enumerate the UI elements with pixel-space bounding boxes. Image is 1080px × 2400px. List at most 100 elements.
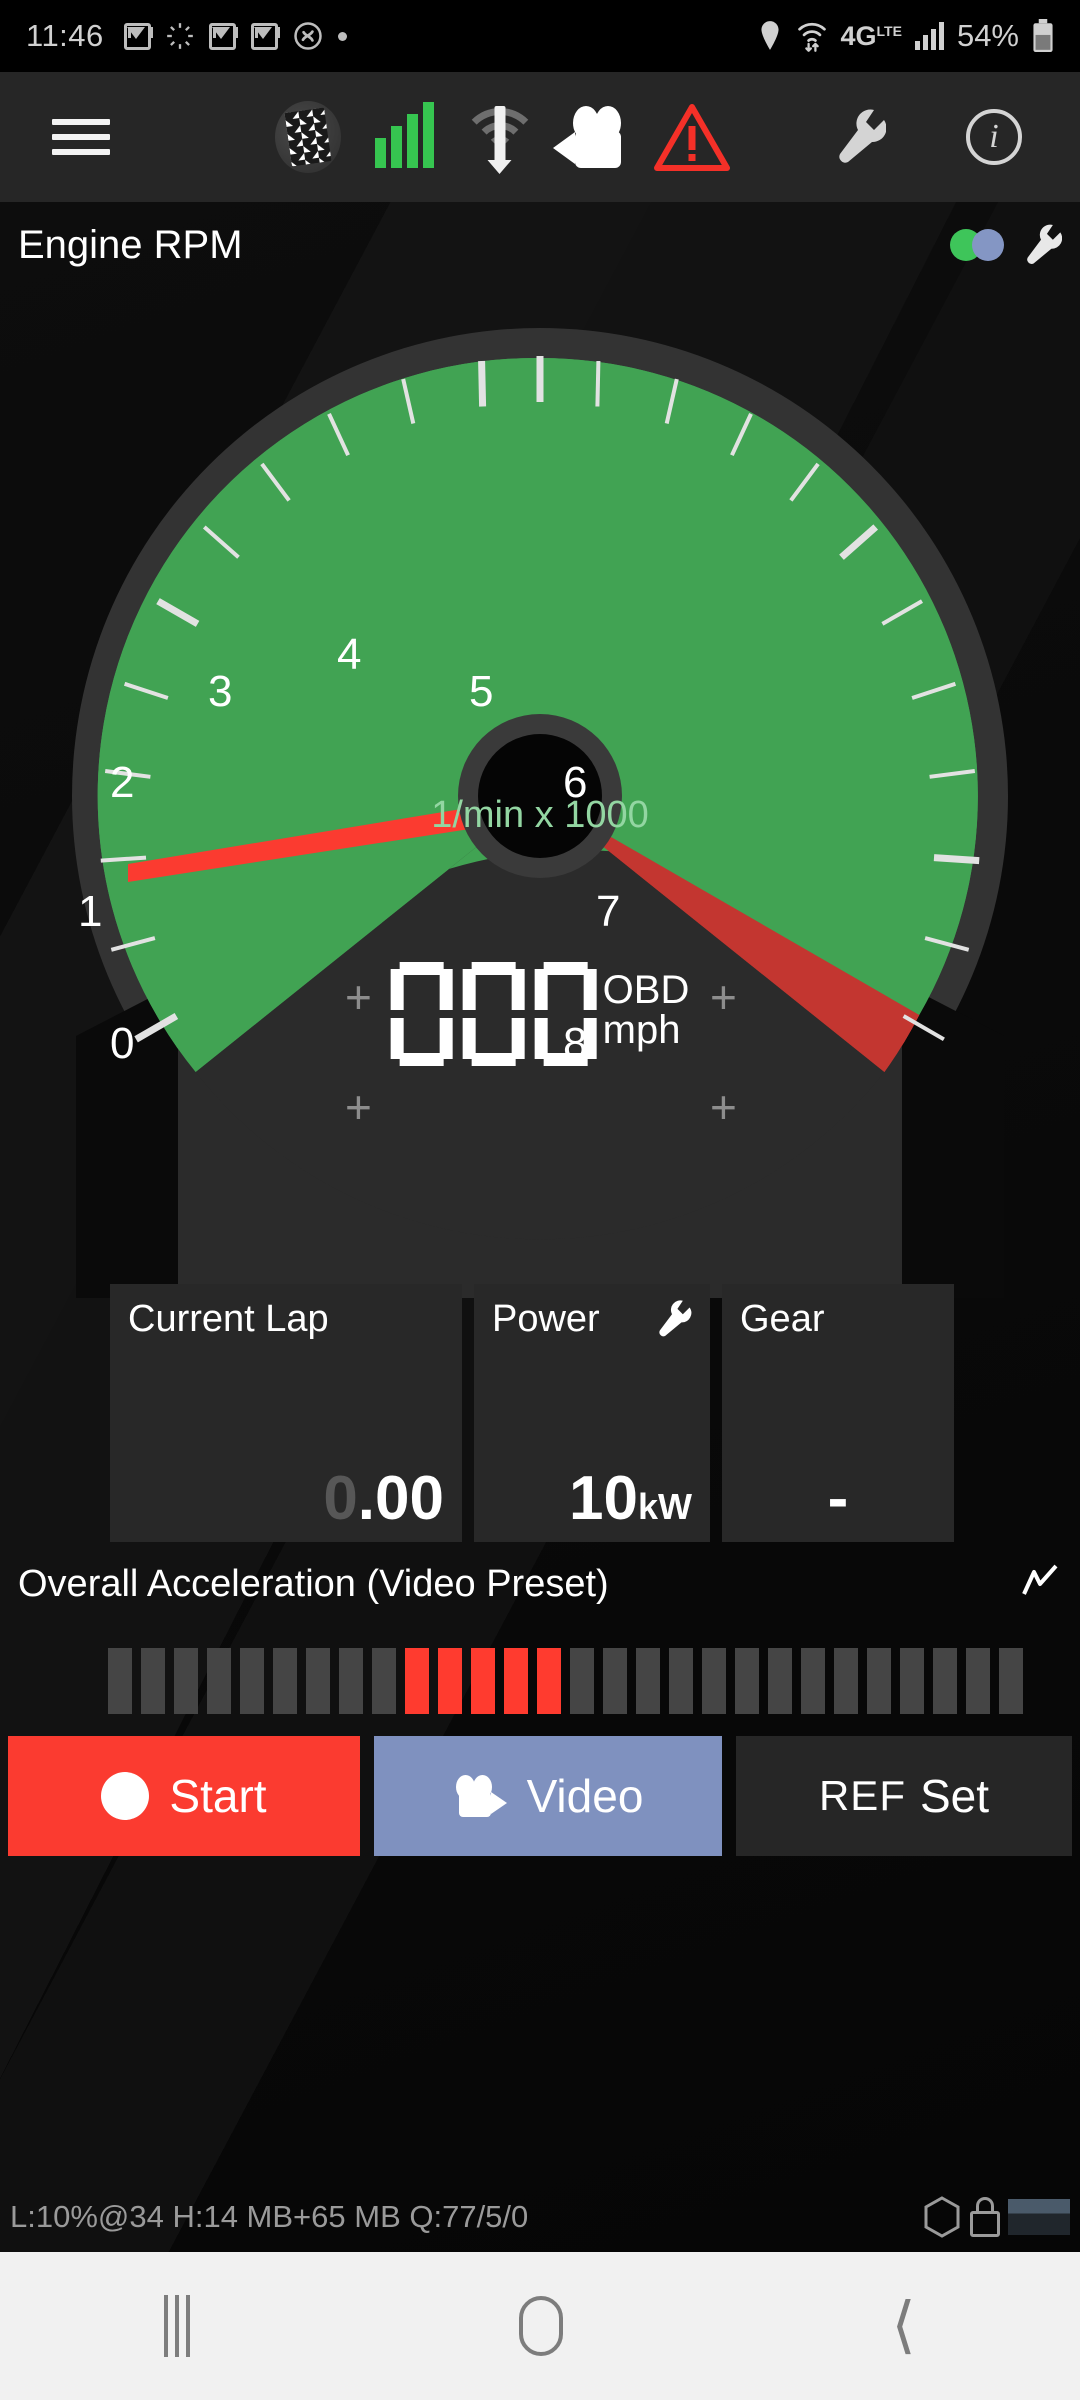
seven-segment-digits [390, 962, 597, 1066]
back-button[interactable]: ⟨ [891, 2295, 915, 2357]
gps-wifi-icon[interactable] [452, 82, 548, 192]
gmail-icon [208, 22, 236, 50]
home-button[interactable] [518, 2296, 563, 2356]
seven-segment-digit [390, 962, 453, 1066]
lock-icon [970, 2197, 1000, 2237]
card-value: 10kW [569, 1464, 692, 1533]
meter-bar [702, 1648, 726, 1714]
meter-bar [636, 1648, 660, 1714]
meter-bar [174, 1648, 198, 1714]
meter-bar [504, 1648, 528, 1714]
meter-bar [801, 1648, 825, 1714]
main-content: Engine RPM 0 1 2 3 4 5 6 7 8 1/min x 100… [0, 202, 1080, 2252]
warning-triangle-icon[interactable] [644, 82, 740, 192]
start-button[interactable]: Start [8, 1736, 360, 1856]
wrench-icon[interactable] [1020, 222, 1062, 268]
gmail-icon [123, 22, 151, 50]
card-value: 0.00 [323, 1464, 444, 1533]
footer-icons [922, 2196, 1070, 2238]
android-status-bar: 11:46 4G LTE 54% [0, 0, 1080, 72]
meter-bar [900, 1648, 924, 1714]
gauge-panel-header: Engine RPM [0, 202, 1080, 288]
ref-set-button[interactable]: REF Set [736, 1736, 1072, 1856]
card-value: - [827, 1464, 849, 1533]
battery-icon [1033, 19, 1053, 52]
meter-bar [339, 1648, 363, 1714]
video-button[interactable]: Video [374, 1736, 722, 1856]
network-type-label: 4G LTE [840, 20, 902, 51]
meter-bar [603, 1648, 627, 1714]
hamburger-menu-button[interactable] [52, 110, 110, 164]
recent-apps-button[interactable] [164, 2295, 191, 2357]
ref-set-label: Set [919, 1770, 990, 1822]
card-label: Power [492, 1298, 600, 1340]
location-pin-icon [760, 21, 779, 50]
meter-bar [999, 1648, 1023, 1714]
card-power[interactable]: Power 10kW [474, 1284, 710, 1542]
meter-bar [108, 1648, 132, 1714]
video-button-label: Video [526, 1770, 644, 1822]
acceleration-meter [0, 1626, 1080, 1736]
card-label: Current Lap [128, 1298, 329, 1340]
meter-bar [273, 1648, 297, 1714]
meter-bar [372, 1648, 396, 1714]
video-thumbnail[interactable] [1008, 2199, 1070, 2235]
record-dot-icon [101, 1772, 150, 1820]
line-chart-icon[interactable] [1018, 1560, 1062, 1609]
meter-bar [735, 1648, 759, 1714]
toolbar-icon-group: i [260, 82, 1042, 192]
meter-bar [570, 1648, 594, 1714]
meter-bar [207, 1648, 231, 1714]
status-system-icons: 4G LTE 54% [757, 18, 1054, 54]
battery-percent: 54% [956, 18, 1019, 53]
card-gear[interactable]: Gear - [722, 1284, 954, 1542]
status-time: 11:46 [26, 18, 104, 53]
accel-header: Overall Acceleration (Video Preset) [0, 1542, 1080, 1626]
meter-bar [438, 1648, 462, 1714]
readout-unit: mph [602, 1008, 681, 1052]
footer-status-bar: L:10%@34 H:14 MB+65 MB Q:77/5/0 [0, 2182, 1080, 2252]
status-dots-icon [950, 229, 1006, 261]
card-label: Gear [740, 1298, 825, 1340]
shazam-icon [294, 22, 322, 50]
readout-units: OBD mph [603, 962, 690, 1050]
meter-bar [966, 1648, 990, 1714]
checkered-flag-icon[interactable] [260, 82, 356, 192]
video-camera-icon [453, 1775, 507, 1817]
action-buttons: Start Video REF Set [0, 1736, 1080, 1856]
meter-bar [669, 1648, 693, 1714]
meter-bar [405, 1648, 429, 1714]
android-nav-bar: ⟨ [0, 2252, 1080, 2400]
status-notification-icons [123, 21, 347, 51]
signal-bars-icon[interactable] [356, 82, 452, 192]
start-button-label: Start [169, 1770, 267, 1822]
readout-source: OBD [602, 968, 690, 1012]
seven-segment-digit [534, 962, 597, 1066]
data-cards: Current Lap 0.00 Power 10kW Gear - [0, 1284, 1080, 1542]
card-current-lap[interactable]: Current Lap 0.00 [110, 1284, 462, 1542]
dot-icon [337, 31, 347, 41]
wrench-icon[interactable] [810, 82, 906, 192]
digital-readout: OBD mph [390, 962, 690, 1066]
gauge-dial [38, 294, 1042, 1298]
meter-bar [768, 1648, 792, 1714]
meter-bar [834, 1648, 858, 1714]
meter-bar [471, 1648, 495, 1714]
rpm-gauge[interactable]: 0 1 2 3 4 5 6 7 8 1/min x 1000 + + + + O… [0, 284, 1080, 1298]
app-root: 11:46 4G LTE 54% i Engine RPM 0 1 2 3 4 … [0, 0, 1080, 2400]
ref-prefix-label: REF [818, 1772, 906, 1819]
signal-bars-icon [914, 22, 944, 50]
app-toolbar: i [0, 72, 1080, 202]
loading-spinner-icon [166, 23, 193, 49]
accel-title: Overall Acceleration (Video Preset) [18, 1562, 609, 1605]
wifi-transfer-icon [797, 22, 826, 52]
meter-bar [141, 1648, 165, 1714]
info-icon[interactable]: i [946, 82, 1042, 192]
wrench-icon[interactable] [652, 1298, 692, 1340]
meter-bar [240, 1648, 264, 1714]
video-camera-icon[interactable] [548, 82, 644, 192]
meter-bar [867, 1648, 891, 1714]
meter-bar [306, 1648, 330, 1714]
gmail-icon [250, 22, 278, 50]
gauge-header-actions [950, 222, 1062, 268]
